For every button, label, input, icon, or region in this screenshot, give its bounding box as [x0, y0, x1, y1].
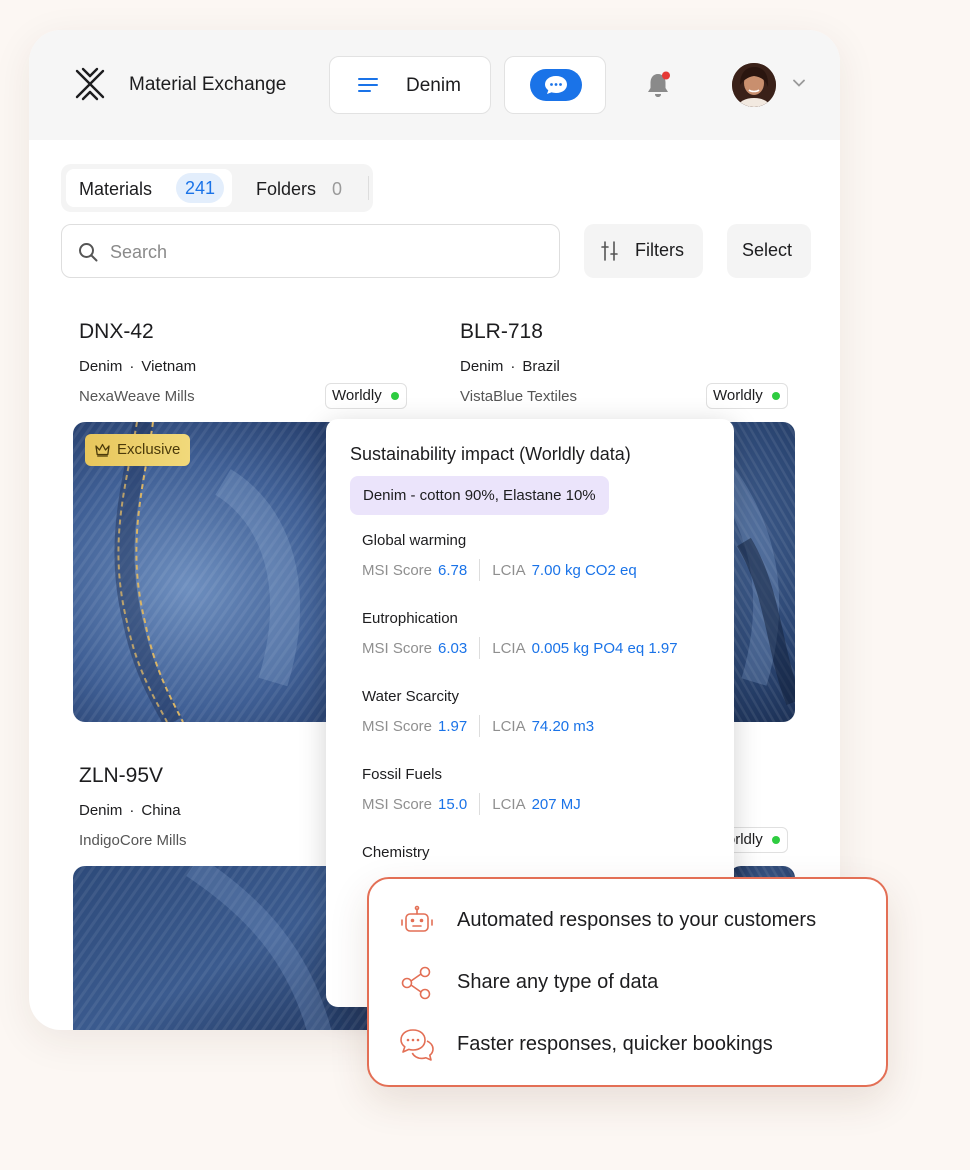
lcia-value: 74.20 m3: [531, 718, 595, 735]
card-meta: Denim · Brazil: [460, 358, 560, 375]
lcia-label: LCIA: [492, 796, 526, 813]
card-mill: IndigoCore Mills: [79, 832, 187, 849]
lcia-label: LCIA: [492, 640, 526, 657]
msi-label: MSI Score: [362, 796, 433, 813]
metric-separator: [479, 793, 481, 815]
exclusive-label: Exclusive: [117, 441, 181, 458]
tab-divider: [368, 176, 369, 200]
feature-text: Share any type of data: [457, 971, 659, 993]
select-label: Select: [742, 240, 793, 260]
card-meta: Denim · China: [79, 802, 181, 819]
msi-value: 6.03: [438, 640, 468, 657]
tab-materials-label: Materials: [79, 179, 153, 199]
app-title: Material Exchange: [129, 74, 287, 95]
feature-text: Automated responses to your customers: [457, 909, 817, 931]
metric-row: MSI Score 6.78 LCIA 7.00 kg CO2 eq: [362, 559, 637, 581]
filters-button[interactable]: Filters: [584, 224, 703, 278]
tab-folders[interactable]: Folders 0: [241, 169, 366, 207]
composition-chip: Denim - cotton 90%, Elastane 10%: [350, 476, 609, 515]
category-label: Denim: [406, 75, 461, 96]
feature-text: Faster responses, quicker bookings: [457, 1033, 773, 1055]
menu-lines-icon: [358, 78, 378, 92]
x-mark-logo-icon[interactable]: [73, 67, 107, 101]
lcia-value: 0.005 kg PO4 eq 1.97: [531, 640, 678, 657]
bell-icon[interactable]: [644, 70, 672, 100]
tab-folders-count: 0: [332, 179, 343, 199]
card-material: Denim: [79, 802, 123, 819]
msi-label: MSI Score: [362, 640, 433, 657]
status-dot: [771, 392, 780, 400]
worldly-badge-label: Worldly: [713, 387, 763, 404]
select-button[interactable]: Select: [727, 224, 811, 278]
card-country: Vietnam: [141, 358, 197, 375]
worldly-badge: Worldly: [706, 383, 788, 409]
chat-button[interactable]: [504, 56, 606, 114]
card-material: Denim: [79, 358, 123, 375]
lcia-value: 7.00 kg CO2 eq: [531, 562, 637, 579]
metric-name: Water Scarcity: [362, 688, 459, 705]
card-title[interactable]: BLR-718: [460, 320, 543, 344]
share-icon: [401, 966, 431, 1000]
metric-row: MSI Score 15.0 LCIA 207 MJ: [362, 793, 581, 815]
metric-row: MSI Score 6.03 LCIA 0.005 kg PO4 eq 1.97: [362, 637, 678, 659]
metric-separator: [479, 637, 481, 659]
msi-label: MSI Score: [362, 718, 433, 735]
top-bar: Material Exchange Denim: [29, 30, 840, 140]
chat-bubbles-icon: [400, 1029, 434, 1061]
avatar[interactable]: [732, 63, 776, 107]
lcia-label: LCIA: [492, 718, 526, 735]
card-mill: NexaWeave Mills: [79, 388, 195, 405]
metric-separator: [479, 715, 481, 737]
tab-folders-label: Folders: [256, 179, 317, 199]
metric-separator: [479, 559, 481, 581]
card-meta: Denim · Vietnam: [79, 358, 197, 375]
msi-value: 6.78: [438, 562, 468, 579]
tab-materials-count: 241: [176, 173, 225, 203]
status-dot: [771, 836, 780, 844]
sliders-icon: [601, 241, 618, 261]
popup-title: Sustainability impact (Worldly data): [350, 444, 631, 464]
metric-row: MSI Score 1.97 LCIA 74.20 m3: [362, 715, 594, 737]
card-title[interactable]: ZLN-95V: [79, 764, 163, 788]
lcia-value: 207 MJ: [531, 796, 581, 813]
card-country: Brazil: [522, 358, 560, 375]
card-material: Denim: [460, 358, 504, 375]
crown-icon: [95, 443, 110, 457]
msi-value: 15.0: [438, 796, 468, 813]
chat-bubble-icon: [545, 76, 567, 94]
search-icon: [79, 243, 98, 262]
card-mill: VistaBlue Textiles: [460, 388, 578, 405]
msi-value: 1.97: [438, 718, 468, 735]
metric-name: Eutrophication: [362, 610, 458, 627]
filters-label: Filters: [635, 240, 684, 260]
chevron-down-icon[interactable]: [793, 79, 805, 87]
chat-pill: [530, 69, 582, 101]
worldly-badge: Worldly: [325, 383, 407, 409]
robot-icon: [401, 905, 433, 932]
metric-name: Fossil Fuels: [362, 766, 443, 783]
view-tabs: Materials 241 Folders 0: [61, 164, 373, 212]
search-input[interactable]: [110, 239, 530, 265]
worldly-badge-label: Worldly: [332, 387, 382, 404]
exclusive-tag: Exclusive: [85, 434, 191, 466]
features-callout: Automated responses to your customers Sh…: [367, 877, 888, 1087]
category-selector-button[interactable]: Denim: [329, 56, 491, 114]
tab-materials[interactable]: Materials 241: [66, 169, 232, 207]
lcia-label: LCIA: [492, 562, 526, 579]
card-country: China: [141, 802, 181, 819]
metric-name: Global warming: [362, 532, 467, 549]
metric-name: Chemistry: [362, 844, 430, 861]
card-title[interactable]: DNX-42: [79, 320, 154, 344]
msi-label: MSI Score: [362, 562, 433, 579]
search-box[interactable]: [61, 224, 560, 278]
status-dot: [390, 392, 399, 400]
